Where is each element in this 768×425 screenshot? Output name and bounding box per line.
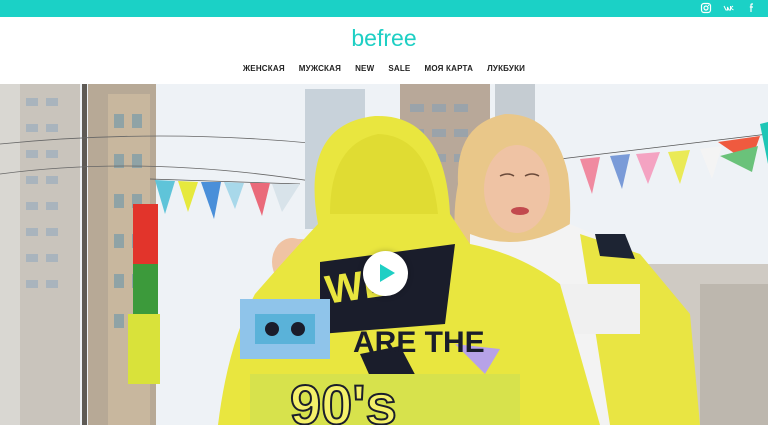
top-bar <box>0 0 768 17</box>
nav-item-sale[interactable]: SALE <box>388 64 410 73</box>
social-links <box>700 2 758 14</box>
video-play-button[interactable] <box>363 251 408 296</box>
print-line-2: ARE THE <box>353 326 485 359</box>
vk-icon[interactable] <box>723 2 735 14</box>
instagram-icon[interactable] <box>700 2 712 14</box>
nav-item-lookbooks[interactable]: ЛУКБУКИ <box>487 64 525 73</box>
nav-item-women[interactable]: ЖЕНСКАЯ <box>243 64 285 73</box>
play-icon <box>380 264 395 282</box>
nav-item-new[interactable]: NEW <box>355 64 374 73</box>
nav-item-my-card[interactable]: МОЯ КАРТА <box>424 64 473 73</box>
site-header: befree ЖЕНСКАЯ МУЖСКАЯ NEW SALE МОЯ КАРТ… <box>0 17 768 84</box>
print-line-3: 90's <box>290 373 397 425</box>
facebook-icon[interactable] <box>746 2 758 14</box>
nav-item-men[interactable]: МУЖСКАЯ <box>299 64 341 73</box>
brand-logo[interactable]: befree <box>0 25 768 52</box>
main-nav: ЖЕНСКАЯ МУЖСКАЯ NEW SALE МОЯ КАРТА ЛУКБУ… <box>0 64 768 73</box>
